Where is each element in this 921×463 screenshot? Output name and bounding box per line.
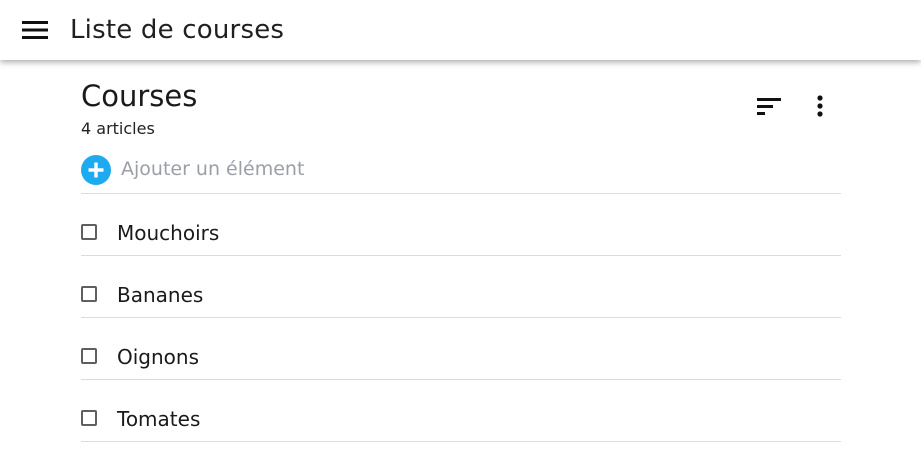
list-item[interactable]: Oignons	[81, 318, 841, 380]
list-title: Courses	[81, 79, 198, 113]
list-item[interactable]: Tomates	[81, 380, 841, 442]
item-checkbox[interactable]	[81, 410, 97, 426]
sort-icon	[757, 98, 781, 115]
item-count: 4 articles	[81, 119, 155, 138]
app-bar: Liste de courses	[0, 0, 921, 60]
item-checkbox[interactable]	[81, 348, 97, 364]
shopping-list: Mouchoirs Bananes Oignons Tomates	[81, 194, 841, 442]
menu-button[interactable]	[14, 9, 56, 51]
add-circle-icon[interactable]	[81, 155, 111, 185]
more-vert-icon	[817, 95, 823, 117]
sort-button[interactable]	[751, 88, 787, 124]
more-options-button[interactable]	[802, 88, 838, 124]
menu-icon	[22, 21, 48, 39]
item-label: Mouchoirs	[117, 221, 220, 245]
item-checkbox[interactable]	[81, 224, 97, 240]
item-label: Oignons	[117, 345, 200, 369]
list-item[interactable]: Mouchoirs	[81, 194, 841, 256]
item-label: Bananes	[117, 283, 204, 307]
add-item-row	[81, 153, 841, 194]
list-item[interactable]: Bananes	[81, 256, 841, 318]
item-checkbox[interactable]	[81, 286, 97, 302]
item-label: Tomates	[117, 407, 201, 431]
app-title: Liste de courses	[70, 15, 285, 45]
add-item-input[interactable]	[121, 156, 721, 182]
list-panel: Courses 4 articles Mouchoirs Banan	[81, 60, 841, 463]
